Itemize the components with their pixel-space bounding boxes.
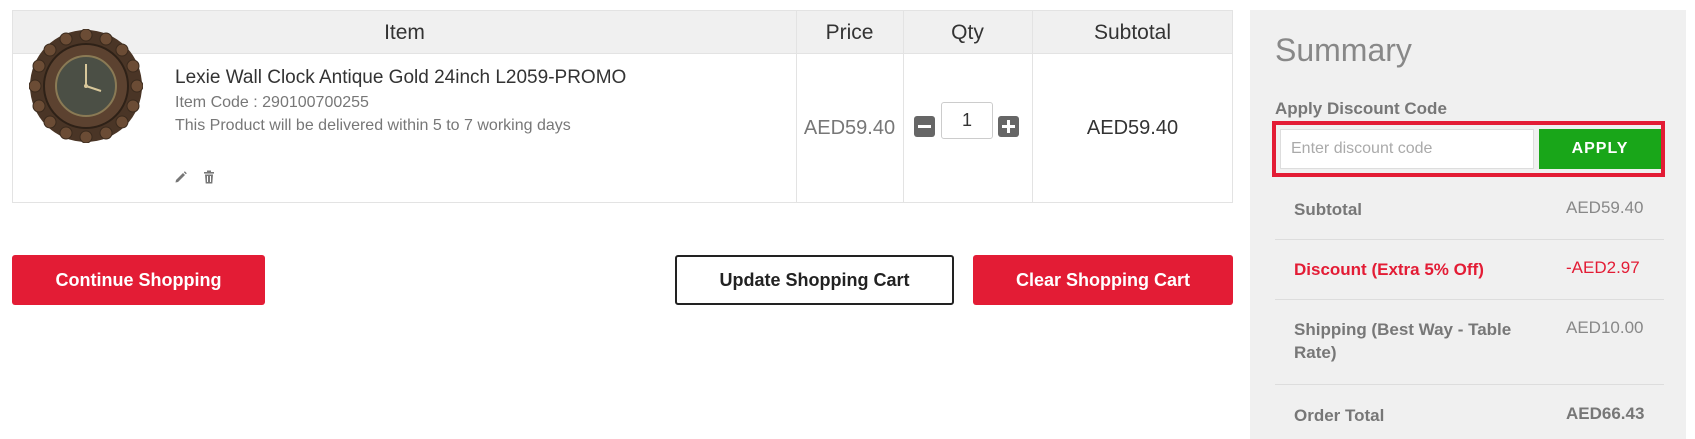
discount-code-form: APPLY xyxy=(1272,121,1665,177)
plus-icon[interactable] xyxy=(998,116,1019,137)
order-summary: Summary Apply Discount Code APPLY Subtot… xyxy=(1250,10,1686,439)
header-subtotal: Subtotal xyxy=(1093,21,1172,44)
clear-cart-button[interactable]: Clear Shopping Cart xyxy=(973,255,1233,305)
pencil-icon[interactable] xyxy=(173,169,189,185)
subtotal-label: Subtotal xyxy=(1294,200,1362,219)
product-name[interactable]: Lexie Wall Clock Antique Gold 24inch L20… xyxy=(175,67,626,89)
summary-row-subtotal: Subtotal AED59.40 xyxy=(1275,180,1664,240)
delivery-note: This Product will be delivered within 5 … xyxy=(175,117,571,134)
item-code-value: 290100700255 xyxy=(262,94,369,111)
column-divider xyxy=(903,11,904,202)
discount-value: -AED2.97 xyxy=(1566,258,1640,277)
item-subtotal: AED59.40 xyxy=(1086,117,1179,139)
header-price: Price xyxy=(825,21,874,44)
header-qty: Qty xyxy=(951,21,984,44)
item-code-label: Item Code : xyxy=(175,94,263,111)
shipping-label: Shipping (Best Way - Table Rate) xyxy=(1294,320,1512,362)
minus-icon[interactable] xyxy=(914,116,935,137)
shipping-value: AED10.00 xyxy=(1566,318,1644,337)
cart-table: Item Price Qty Subtotal Lexie Wall Clock… xyxy=(12,10,1233,203)
trash-icon[interactable] xyxy=(201,169,217,185)
summary-title: Summary xyxy=(1275,32,1412,68)
order-total-value: AED66.43 xyxy=(1566,404,1645,423)
discount-code-label: Apply Discount Code xyxy=(1275,99,1447,118)
continue-shopping-button[interactable]: Continue Shopping xyxy=(12,255,265,305)
summary-row-discount: Discount (Extra 5% Off) -AED2.97 xyxy=(1275,240,1664,300)
order-total-label: Order Total xyxy=(1294,406,1385,425)
quantity-input[interactable] xyxy=(941,102,993,139)
apply-discount-button[interactable]: APPLY xyxy=(1539,129,1661,169)
item-code: Item Code : 290100700255 xyxy=(175,94,369,112)
cart-table-header: Item Price Qty Subtotal xyxy=(13,11,1232,54)
update-cart-button[interactable]: Update Shopping Cart xyxy=(675,255,954,305)
summary-row-shipping: Shipping (Best Way - Table Rate) AED10.0… xyxy=(1275,300,1664,385)
summary-row-order-total: Order Total AED66.43 xyxy=(1275,385,1664,439)
discount-label: Discount (Extra 5% Off) xyxy=(1294,260,1484,279)
item-price: AED59.40 xyxy=(803,117,896,139)
subtotal-value: AED59.40 xyxy=(1566,198,1644,217)
product-image[interactable] xyxy=(29,29,143,143)
discount-code-input[interactable] xyxy=(1280,129,1534,169)
